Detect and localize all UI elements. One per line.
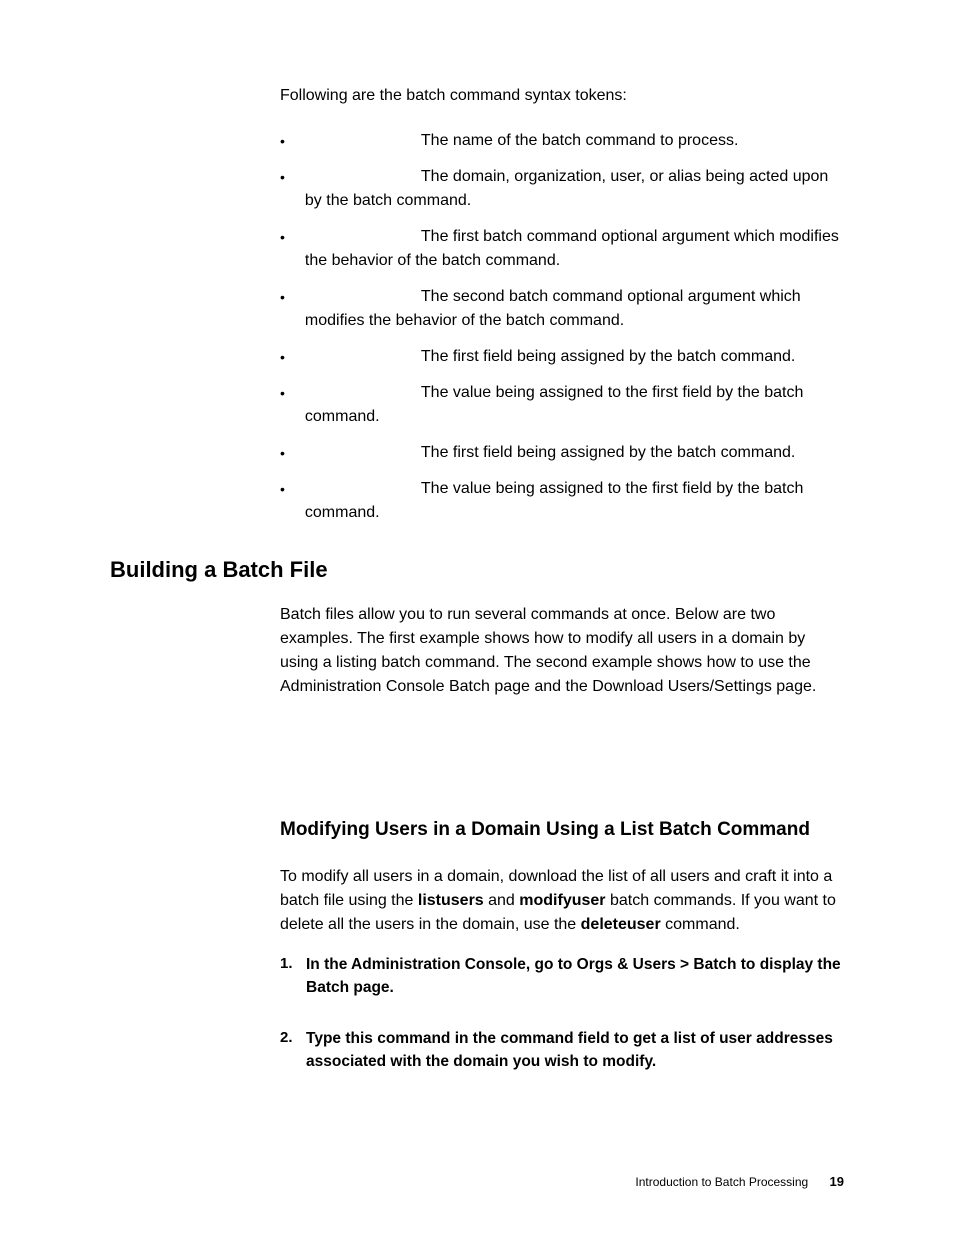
list-item: • The second batch command optional argu…: [280, 285, 844, 333]
body-paragraph: Batch files allow you to run several com…: [280, 603, 844, 699]
bullet-icon: •: [280, 167, 285, 188]
bold-command: listusers: [418, 892, 484, 909]
bullet-text: The first batch command optional argumen…: [305, 225, 844, 273]
bullet-desc: The second batch command optional argume…: [305, 288, 801, 329]
step-item: 2. Type this command in the command fiel…: [280, 1027, 844, 1074]
section-heading-1: Building a Batch File: [110, 557, 844, 583]
list-item: • The domain, organization, user, or ali…: [280, 165, 844, 213]
bold-command: deleteuser: [581, 916, 661, 933]
bullet-icon: •: [280, 383, 285, 404]
bullet-desc: The name of the batch command to process…: [421, 132, 739, 149]
bullet-desc: The domain, organization, user, or alias…: [305, 168, 828, 209]
bullet-desc: The value being assigned to the first fi…: [305, 480, 803, 521]
list-item: • The name of the batch command to proce…: [280, 129, 844, 153]
text-run: command.: [661, 916, 740, 933]
document-page: Following are the batch command syntax t…: [0, 0, 954, 1235]
bullet-desc: The first batch command optional argumen…: [305, 228, 839, 269]
bullet-text: The second batch command optional argume…: [305, 285, 844, 333]
text-run: and: [484, 892, 520, 909]
step-number: 1.: [280, 953, 306, 976]
section-heading-2: Modifying Users in a Domain Using a List…: [280, 819, 844, 841]
bullet-text: The domain, organization, user, or alias…: [305, 165, 844, 213]
bullet-icon: •: [280, 131, 285, 152]
token-bullet-list: • The name of the batch command to proce…: [280, 129, 844, 525]
bullet-icon: •: [280, 287, 285, 308]
page-footer: Introduction to Batch Processing 19: [635, 1174, 844, 1189]
bullet-text: The value being assigned to the first fi…: [305, 381, 844, 429]
body-paragraph: To modify all users in a domain, downloa…: [280, 865, 844, 937]
bullet-desc: The value being assigned to the first fi…: [305, 384, 803, 425]
bullet-text: The name of the batch command to process…: [305, 129, 844, 153]
list-item: • The first batch command optional argum…: [280, 225, 844, 273]
bullet-desc: The first field being assigned by the ba…: [421, 444, 795, 461]
bullet-desc: The first field being assigned by the ba…: [421, 348, 795, 365]
list-item: • The value being assigned to the first …: [280, 477, 844, 525]
step-text: In the Administration Console, go to Org…: [306, 953, 844, 1000]
bullet-text: The first field being assigned by the ba…: [305, 441, 844, 465]
intro-paragraph: Following are the batch command syntax t…: [280, 85, 844, 107]
step-number: 2.: [280, 1027, 306, 1050]
list-item: • The value being assigned to the first …: [280, 381, 844, 429]
bullet-text: The first field being assigned by the ba…: [305, 345, 844, 369]
bullet-icon: •: [280, 479, 285, 500]
ordered-steps: 1. In the Administration Console, go to …: [280, 953, 844, 1074]
step-item: 1. In the Administration Console, go to …: [280, 953, 844, 1000]
bullet-text: The value being assigned to the first fi…: [305, 477, 844, 525]
step-text: Type this command in the command field t…: [306, 1027, 844, 1074]
bullet-icon: •: [280, 227, 285, 248]
bold-command: modifyuser: [519, 892, 605, 909]
footer-title: Introduction to Batch Processing: [635, 1175, 808, 1189]
bullet-icon: •: [280, 347, 285, 368]
list-item: • The first field being assigned by the …: [280, 345, 844, 369]
bullet-icon: •: [280, 443, 285, 464]
page-number: 19: [830, 1174, 844, 1189]
list-item: • The first field being assigned by the …: [280, 441, 844, 465]
